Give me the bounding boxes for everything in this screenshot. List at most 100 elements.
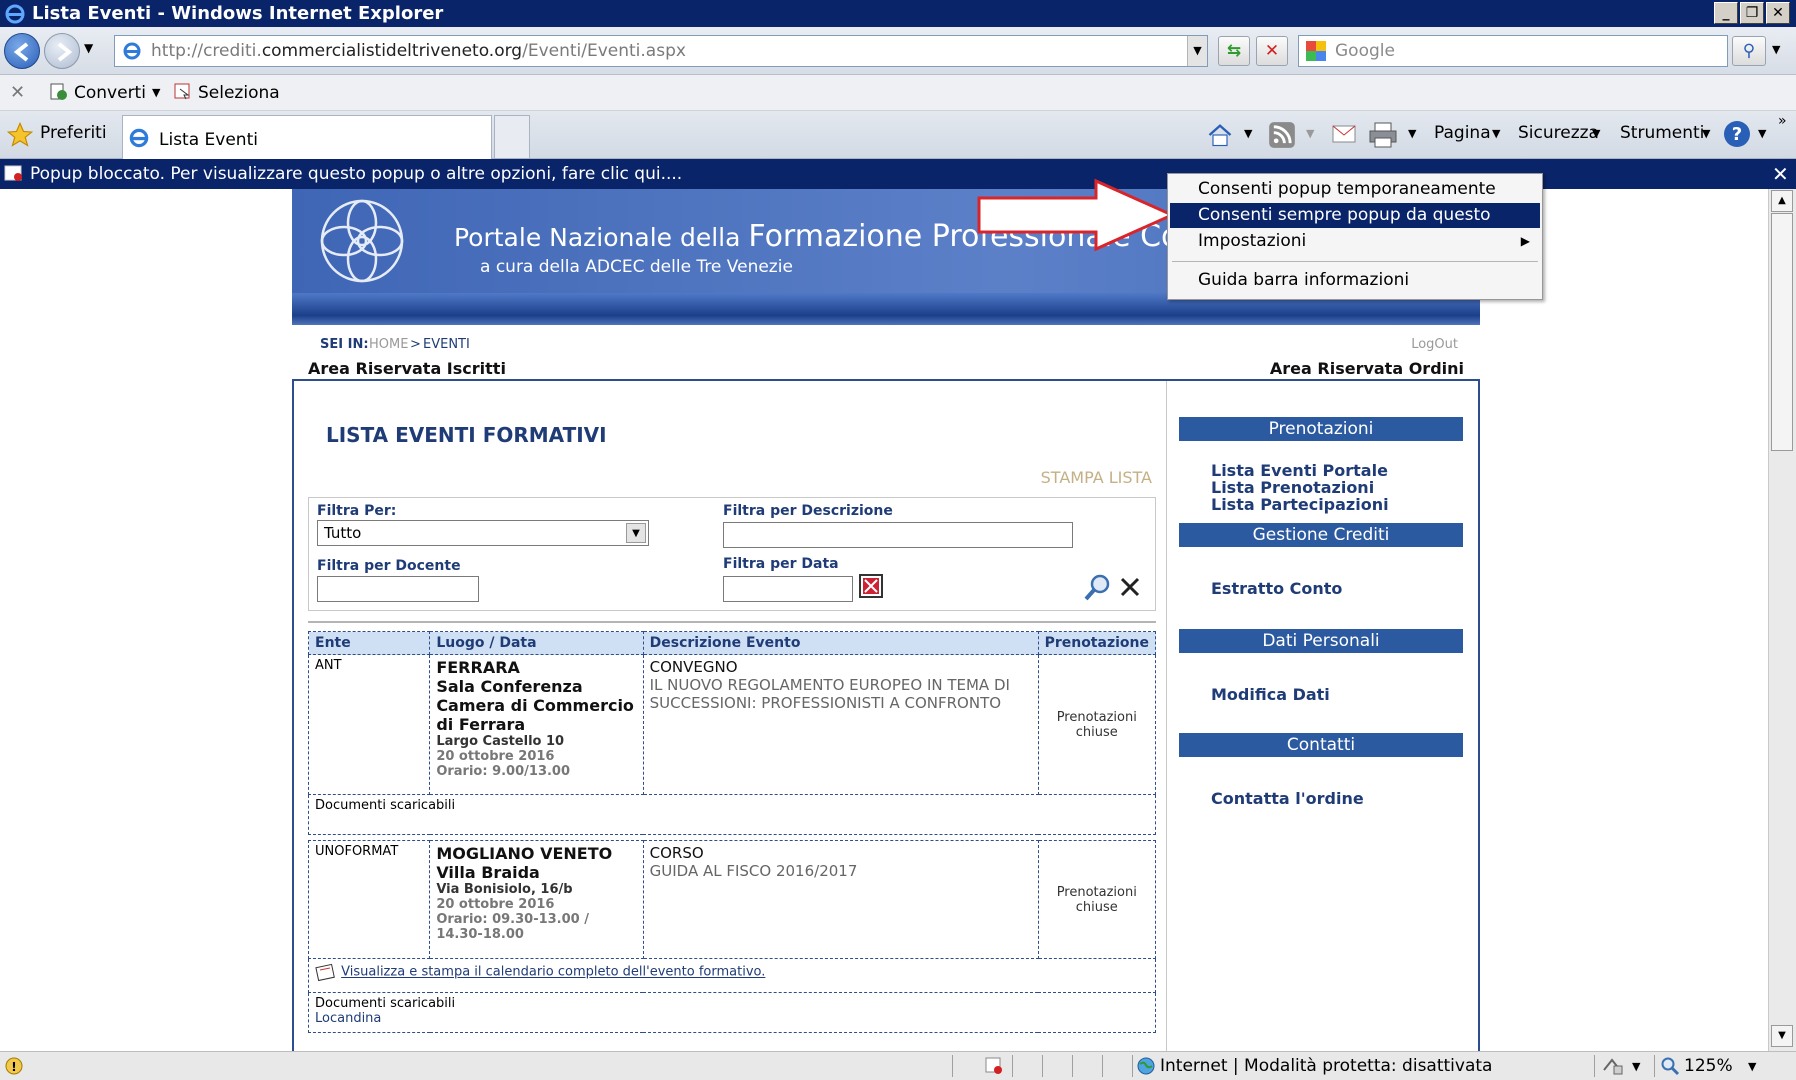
sidebar-link-modifica-dati[interactable]: Modifica Dati: [1211, 685, 1330, 704]
desc-filter-input[interactable]: [723, 522, 1073, 548]
col-header-prenotazione: Prenotazione: [1037, 631, 1157, 655]
home-dropdown-icon[interactable]: ▼: [1244, 127, 1252, 140]
event-place: MOGLIANO VENETO: [436, 844, 613, 863]
popup-blocked-status-icon[interactable]: [984, 1056, 1004, 1076]
sidebar-head-prenotazioni: Prenotazioni: [1179, 417, 1463, 441]
table-row: UNOFORMAT MOGLIANO VENETO Villa Braida V…: [307, 840, 1157, 959]
print-icon[interactable]: [1368, 121, 1398, 149]
zoom-level[interactable]: 125%: [1684, 1056, 1733, 1076]
rss-feed-icon[interactable]: [1268, 121, 1296, 149]
address-dropdown-icon[interactable]: ▼: [1187, 36, 1207, 66]
security-menu[interactable]: Sicurezza: [1518, 123, 1599, 143]
logout-link[interactable]: LogOut: [1411, 337, 1458, 352]
address-input[interactable]: http://crediti.commercialistideltrivenet…: [114, 35, 1208, 67]
command-row: ✕ Converti ▼ Seleziona: [0, 75, 1796, 111]
doc-link-locandina[interactable]: Locandina: [315, 1011, 1149, 1026]
table-row: Visualizza e stampa il calendario comple…: [308, 958, 1156, 993]
favorites-star-icon: [6, 121, 34, 149]
calendar-picker-icon[interactable]: [859, 574, 883, 598]
back-arrow-icon: [13, 42, 29, 62]
sidebar-link-lista-partecipazioni[interactable]: Lista Partecipazioni: [1211, 495, 1389, 514]
event-time: Orario: 09.30-13.00 / 14.30-18.00: [436, 912, 589, 942]
page-menu[interactable]: Pagina: [1434, 123, 1491, 143]
vertical-scrollbar[interactable]: ▲ ▼: [1768, 189, 1796, 1051]
breadcrumb-current: EVENTI: [423, 337, 470, 352]
print-list-link[interactable]: STAMPA LISTA: [1041, 468, 1152, 487]
area-ordini-link[interactable]: Area Riservata Ordini: [1270, 359, 1464, 378]
zoom-dropdown-icon[interactable]: ▼: [1748, 1060, 1756, 1073]
menu-item-settings[interactable]: Impostazioni ▶: [1170, 229, 1540, 254]
tab-title: Lista Eventi: [159, 130, 258, 150]
tools-menu[interactable]: Strumenti: [1620, 123, 1704, 143]
convert-pdf-icon: [50, 83, 68, 101]
protected-dropdown-icon[interactable]: ▼: [1632, 1060, 1640, 1073]
sidebar-link-estratto-conto[interactable]: Estratto Conto: [1211, 579, 1342, 598]
menu-separator: [1172, 261, 1538, 262]
help-icon[interactable]: ?: [1722, 119, 1752, 149]
protected-mode-icon[interactable]: [1602, 1056, 1624, 1076]
minimize-button[interactable]: _: [1714, 2, 1738, 24]
search-filter-icon[interactable]: [1083, 572, 1113, 602]
event-booking: Prenotazioni chiuse: [1037, 654, 1157, 795]
svg-text:!: !: [11, 1060, 16, 1074]
menu-item-always-allow[interactable]: Consenti sempre popup da questo sito...: [1170, 203, 1540, 250]
select-button[interactable]: Seleziona: [198, 83, 280, 103]
scrollbar-thumb[interactable]: [1771, 213, 1793, 451]
mail-icon[interactable]: [1332, 123, 1358, 145]
stop-button[interactable]: ✕: [1256, 36, 1288, 66]
calendar-link[interactable]: Visualizza e stampa il calendario comple…: [341, 965, 765, 980]
event-luogo: FERRARA Sala Conferenza Camera di Commer…: [429, 654, 644, 795]
menu-item-infobar-help[interactable]: Guida barra informazioni: [1170, 268, 1540, 293]
event-ente: UNOFORMAT: [307, 840, 431, 959]
tab-lista-eventi[interactable]: Lista Eventi: [122, 115, 492, 159]
restore-button[interactable]: ❐: [1740, 2, 1764, 24]
clear-filter-icon[interactable]: [1119, 576, 1141, 598]
teacher-filter-label: Filtra per Docente: [317, 558, 461, 574]
favorites-button[interactable]: Preferiti: [40, 123, 107, 143]
filter-dropdown-icon[interactable]: ▼: [626, 523, 646, 543]
event-docs: Documenti scaricabili: [315, 996, 456, 1011]
internet-globe-icon: [1136, 1056, 1156, 1076]
back-button[interactable]: [4, 33, 40, 69]
breadcrumb-separator: >: [410, 337, 421, 352]
event-address: Via Bonisiolo, 16/b: [436, 882, 573, 897]
close-toolbar-icon[interactable]: ✕: [10, 82, 25, 103]
col-header-luogo: Luogo / Data: [429, 631, 644, 655]
page-title: LISTA EVENTI FORMATIVI: [326, 423, 607, 447]
sidebar-link-contatta-ordine[interactable]: Contatta l'ordine: [1211, 789, 1364, 808]
annotation-arrow-icon: [976, 178, 1176, 252]
toolbar-overflow-icon[interactable]: »: [1778, 113, 1787, 129]
svg-text:?: ?: [1732, 124, 1742, 145]
ie-logo-icon: [4, 3, 26, 25]
refresh-button[interactable]: ⇆: [1218, 36, 1250, 66]
scroll-up-icon[interactable]: ▲: [1771, 190, 1793, 212]
popup-context-menu: Consenti popup temporaneamente Consenti …: [1167, 173, 1543, 300]
zoom-icon: [1660, 1056, 1680, 1076]
teacher-filter-input[interactable]: [317, 576, 479, 602]
info-bar-close-icon[interactable]: ✕: [1772, 162, 1789, 186]
help-dropdown-icon[interactable]: ▼: [1758, 127, 1766, 140]
select-icon: [174, 83, 192, 101]
new-tab-button[interactable]: [494, 115, 530, 159]
search-button[interactable]: ⚲: [1732, 36, 1766, 66]
forward-button[interactable]: [44, 33, 80, 69]
search-options-icon[interactable]: ▼: [1772, 43, 1780, 56]
search-input[interactable]: Google: [1298, 35, 1728, 67]
tab-row: Preferiti Lista Eventi ▼ ▼ ▼ Pagina ▼ Si…: [0, 111, 1796, 159]
scroll-down-icon[interactable]: ▼: [1771, 1025, 1793, 1047]
close-window-button[interactable]: ✕: [1766, 2, 1790, 24]
event-venue: Sala Conferenza Camera di Commercio di F…: [436, 677, 634, 734]
col-header-descrizione: Descrizione Evento: [642, 631, 1039, 655]
home-icon[interactable]: [1206, 121, 1234, 149]
breadcrumb-home[interactable]: HOME: [369, 337, 408, 352]
print-dropdown-icon[interactable]: ▼: [1408, 127, 1416, 140]
date-filter-input[interactable]: [723, 576, 853, 602]
convert-dropdown-icon[interactable]: ▼: [152, 86, 160, 99]
event-type: CORSO: [649, 844, 704, 862]
history-dropdown-icon[interactable]: ▼: [84, 41, 93, 55]
rss-dropdown-icon[interactable]: ▼: [1306, 127, 1314, 140]
area-iscritti-link[interactable]: Area Riservata Iscritti: [308, 359, 506, 378]
convert-button[interactable]: Converti: [74, 83, 146, 103]
filter-by-select[interactable]: Tutto ▼: [317, 520, 649, 546]
menu-item-allow-temporarily[interactable]: Consenti popup temporaneamente: [1170, 177, 1540, 202]
